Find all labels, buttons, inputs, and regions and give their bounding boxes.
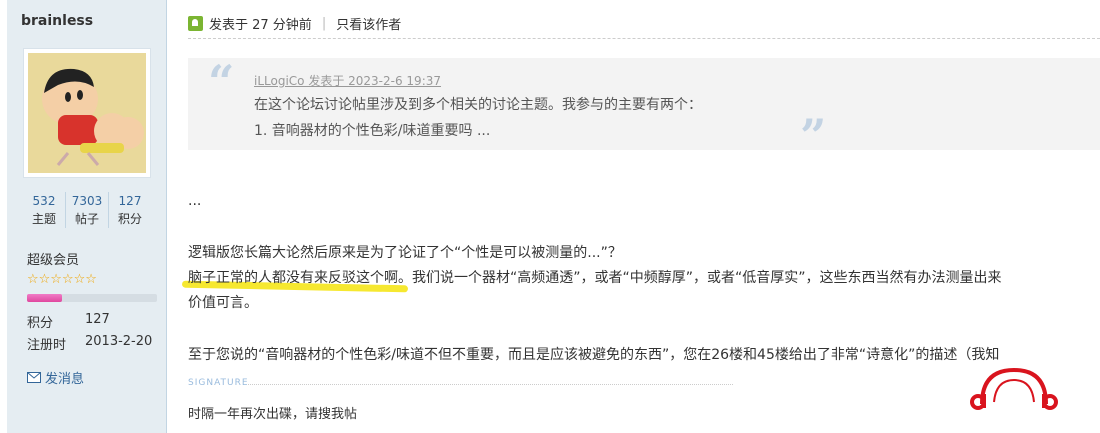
- signature-divider: [248, 384, 733, 385]
- points-value: 127: [85, 312, 110, 327]
- post-paragraph-4: 至于您说的“音响器材的个性色彩/味道不但不重要，而且是应该被避免的东西”，您在2…: [188, 347, 1000, 363]
- stat-points-label: 积分: [117, 212, 142, 226]
- user-group[interactable]: 超级会员: [27, 249, 79, 268]
- post-time: 发表于 27 分钟前: [209, 18, 312, 33]
- highlighted-text: 脑子正常的人都没有来反驳这个啊: [188, 270, 398, 286]
- headphones-logo-icon: [970, 367, 1058, 410]
- user-stats: 532 主题 7303 帖子 127 积分: [23, 192, 151, 228]
- register-value: 2013-2-20: [85, 334, 153, 349]
- level-progress-bar: [27, 294, 157, 302]
- signature-label: SIGNATURE: [188, 378, 249, 388]
- avatar-image: [28, 53, 146, 173]
- post-content: 发表于 27 分钟前 | 只看该作者 “ iLLogiCo 发表于 2023-2…: [168, 0, 1100, 433]
- user-sidebar: brainless 532 主题 7303 帖子 127 积分 超级会员 ☆☆☆…: [7, 0, 167, 433]
- post-ellipsis: ...: [188, 193, 202, 209]
- open-quote-icon: “: [208, 55, 235, 109]
- stat-threads-value[interactable]: 532: [23, 192, 65, 210]
- post-paragraph-2-rest: 。我们说一个器材“高频通透”，或者“中频醇厚”，或者“低音厚实”，这些东西当然有…: [398, 270, 1002, 286]
- send-message-button[interactable]: 发消息: [27, 368, 84, 387]
- quote-line-1: 在这个论坛讨论帖里涉及到多个相关的讨论主题。我参与的主要有两个：: [254, 97, 702, 113]
- stat-points-value[interactable]: 127: [109, 192, 151, 210]
- post-paragraph-2: 脑子正常的人都没有来反驳这个啊。我们说一个器材“高频通透”，或者“中频醇厚”，或…: [188, 267, 1002, 287]
- username[interactable]: brainless: [21, 13, 93, 29]
- level-progress-fill: [27, 294, 63, 302]
- stat-posts-value[interactable]: 7303: [66, 192, 108, 210]
- points-row: 积分 127: [27, 312, 110, 331]
- quote-block: “ iLLogiCo 发表于 2023-2-6 19:37 在这个论坛讨论帖里涉…: [188, 55, 1100, 159]
- register-label: 注册时: [27, 338, 67, 353]
- quote-line-2: 1. 音响器材的个性色彩/味道重要吗 ...: [254, 123, 491, 139]
- author-only-link[interactable]: 只看该作者: [336, 14, 401, 33]
- send-message-label: 发消息: [45, 372, 85, 387]
- stat-points[interactable]: 127 积分: [109, 192, 151, 228]
- points-label: 积分: [27, 316, 54, 331]
- register-row: 注册时 2013-2-20: [27, 334, 152, 353]
- stat-posts[interactable]: 7303 帖子: [66, 192, 109, 228]
- stat-posts-label: 帖子: [74, 212, 99, 226]
- envelope-icon: [27, 372, 41, 383]
- stat-threads-label: 主题: [31, 212, 56, 226]
- post-paragraph-3: 价值可言。: [188, 295, 258, 311]
- post-paragraph-1: 逻辑版您长篇大论然后原来是为了论证了个“个性是可以被测量的...”？: [188, 245, 622, 261]
- header-divider: [188, 38, 1100, 39]
- post-header: 发表于 27 分钟前 | 只看该作者: [188, 14, 401, 33]
- online-status-icon: [188, 16, 203, 31]
- quote-author-link[interactable]: iLLogiCo 发表于 2023-2-6 19:37: [254, 72, 441, 89]
- header-separator: |: [321, 16, 327, 31]
- avatar[interactable]: [23, 48, 151, 178]
- rank-stars-icon: ☆☆☆☆☆☆: [27, 272, 97, 287]
- signature-text: 时隔一年再次出碟，请搜我帖: [188, 407, 358, 422]
- close-quote-icon: ”: [800, 109, 827, 163]
- stat-threads[interactable]: 532 主题: [23, 192, 66, 228]
